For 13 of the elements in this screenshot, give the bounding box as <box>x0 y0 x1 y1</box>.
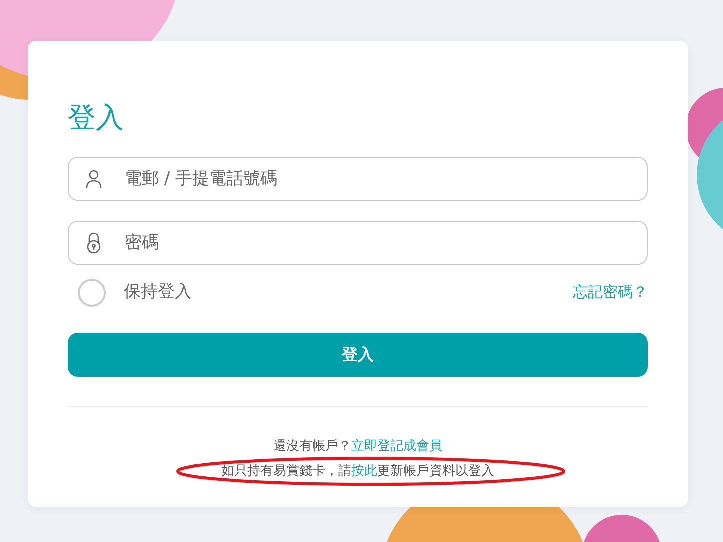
footer-text: 還沒有帳戶？立即登記成會員 <box>272 438 444 456</box>
checkbox-label: 保持登入 <box>124 280 192 304</box>
user-icon <box>86 168 102 189</box>
forgot-password-link[interactable]: 忘記密碼？ <box>573 281 648 304</box>
footer-link[interactable]: 按此 <box>352 464 378 479</box>
input-field[interactable]: 電郵 / 手提電話號碼 <box>68 156 648 201</box>
footer-link[interactable]: 立即登記成會員 <box>352 438 442 454</box>
checkbox[interactable] <box>78 278 106 307</box>
login-button[interactable]: 登入 <box>68 332 648 377</box>
page-title: 登入 <box>68 101 125 135</box>
lock-icon <box>86 232 102 254</box>
password-field[interactable]: 密碼 <box>68 220 648 265</box>
footer-text: 如只持有易賞錢卡，請按此更新帳戶資料以登入 <box>68 462 648 481</box>
